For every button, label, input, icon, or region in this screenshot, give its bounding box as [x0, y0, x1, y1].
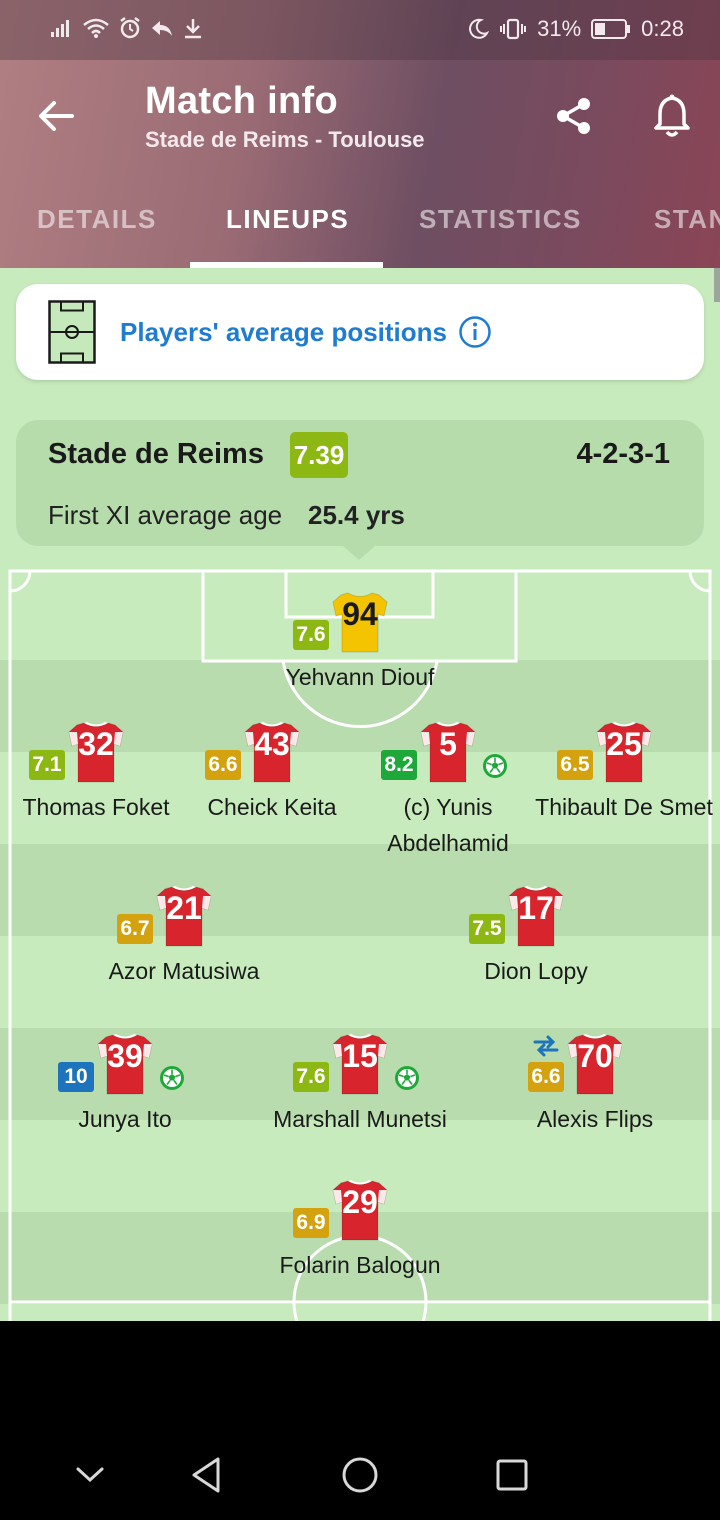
shirt-icon: 21 [155, 884, 213, 948]
player-name: Alexis Flips [536, 1106, 654, 1132]
player-9[interactable]: 15 7.6 Marshall Munetsi [260, 1032, 460, 1142]
goal-ball-icon [394, 1065, 420, 1091]
shirt-icon: 17 [507, 884, 565, 948]
player-2[interactable]: 32 7.1 Thomas Foket [0, 720, 196, 830]
status-bar: 31% 0:28 [0, 0, 720, 60]
team-name: Stade de Reims [48, 438, 264, 470]
shirt-number: 29 [342, 1184, 378, 1220]
home-circle-icon[interactable] [336, 1451, 384, 1499]
shirt-number: 43 [254, 726, 290, 762]
system-nav-bar [0, 1321, 720, 1520]
share-icon[interactable] [554, 96, 594, 136]
average-positions-card[interactable]: Players' average positions [16, 284, 704, 380]
shirt-icon: 25 [595, 720, 653, 784]
shirt-number: 70 [577, 1038, 613, 1074]
player-1[interactable]: 94 7.6 Yehvann Diouf [260, 590, 460, 700]
shirt-icon: 29 [331, 1178, 389, 1242]
average-positions-link[interactable]: Players' average positions [120, 317, 447, 348]
app-bar: Match info Stade de Reims - Toulouse [0, 60, 720, 190]
player-name: Azor Matusiwa [108, 958, 260, 984]
shirt-number: 94 [342, 596, 378, 632]
bell-icon[interactable] [652, 94, 692, 138]
player-rating-badge: 6.7 [117, 914, 153, 944]
player-name: (c) Yunis Abdelhamid [387, 794, 509, 856]
shirt-number: 32 [78, 726, 114, 762]
shirt-number: 5 [439, 726, 457, 762]
player-7[interactable]: 17 7.5 Dion Lopy [436, 884, 636, 994]
player-name: Dion Lopy [484, 958, 588, 984]
team-rating-badge: 7.39 [290, 432, 348, 478]
player-name: Junya Ito [78, 1106, 172, 1132]
player-rating-badge: 7.6 [293, 620, 329, 650]
tab-lineups[interactable]: LINEUPS [226, 204, 349, 235]
wifi-icon [82, 17, 110, 39]
tab-statistics[interactable]: STATISTICS [419, 204, 582, 235]
alarm-icon [118, 16, 142, 40]
download-icon [182, 17, 204, 39]
player-rating-badge: 7.6 [293, 1062, 329, 1092]
player-5[interactable]: 25 6.5 Thibault De Smet [524, 720, 720, 830]
average-age-label: First XI average age [48, 500, 283, 530]
shirt-icon: 32 [67, 720, 125, 784]
player-rating-badge: 6.9 [293, 1208, 329, 1238]
player-11[interactable]: 29 6.9 Folarin Balogun [260, 1178, 460, 1288]
clock: 0:28 [641, 16, 684, 41]
vibrate-icon [499, 17, 527, 41]
reply-icon [150, 18, 174, 38]
team-card-pointer [343, 546, 375, 560]
player-name: Folarin Balogun [279, 1252, 441, 1278]
back-arrow-icon[interactable] [36, 96, 76, 136]
battery-icon [591, 18, 631, 40]
shirt-number: 17 [518, 890, 554, 926]
shirt-icon: 5 [419, 720, 477, 784]
player-rating-badge: 6.5 [557, 750, 593, 780]
substitution-icon [533, 1034, 559, 1058]
battery-percent: 31% [537, 16, 582, 41]
shirt-icon: 70 [566, 1032, 624, 1096]
team-formation: 4-2-3-1 [576, 438, 671, 470]
scrollbar[interactable] [714, 268, 720, 302]
shirt-number: 25 [606, 726, 642, 762]
player-rating-badge: 7.5 [469, 914, 505, 944]
info-icon[interactable] [458, 315, 492, 349]
player-4[interactable]: 5 8.2 (c) Yunis Abdelhamid [348, 720, 548, 856]
shirt-number: 15 [342, 1038, 378, 1074]
shirt-number: 21 [166, 890, 202, 926]
player-rating-badge: 6.6 [528, 1062, 564, 1092]
lineups-content[interactable]: Players' average positions Stade de Reim… [0, 268, 720, 1321]
player-name: Thibault De Smet [535, 794, 713, 820]
player-name: Cheick Keita [207, 794, 337, 820]
player-rating-badge: 6.6 [205, 750, 241, 780]
shirt-icon: 43 [243, 720, 301, 784]
player-name: Thomas Foket [22, 794, 170, 820]
player-rating-badge: 10 [58, 1062, 94, 1092]
player-name: Marshall Munetsi [273, 1106, 447, 1132]
page-title: Match info [145, 80, 338, 122]
shirt-icon: 39 [96, 1032, 154, 1096]
shirt-number: 39 [107, 1038, 143, 1074]
pitch-icon [48, 300, 96, 364]
shirt-icon: 15 [331, 1032, 389, 1096]
goalkeeper-shirt-icon: 94 [331, 590, 389, 654]
player-6[interactable]: 21 6.7 Azor Matusiwa [84, 884, 284, 994]
recents-square-icon[interactable] [488, 1451, 536, 1499]
goal-ball-icon [482, 753, 508, 779]
tab-standings[interactable]: STANDINGS [654, 204, 720, 235]
player-10[interactable]: 70 6.6 Alexis Flips [495, 1032, 695, 1142]
player-rating-badge: 8.2 [381, 750, 417, 780]
player-3[interactable]: 43 6.6 Cheick Keita [172, 720, 372, 830]
player-8[interactable]: 39 10 Junya Ito [25, 1032, 225, 1142]
moon-icon [467, 18, 490, 40]
back-triangle-icon[interactable] [182, 1451, 230, 1499]
team-summary-card: Stade de Reims 7.39 4-2-3-1 First XI ave… [16, 420, 704, 546]
tab-bar: DETAILS LINEUPS STATISTICS STANDINGS [0, 190, 720, 268]
average-age-value: 25.4 yrs [308, 500, 405, 530]
signal-icon [50, 18, 74, 38]
tab-details[interactable]: DETAILS [37, 204, 157, 235]
player-name: Yehvann Diouf [285, 664, 435, 690]
chevron-down-icon[interactable] [66, 1451, 114, 1499]
match-subtitle: Stade de Reims - Toulouse [145, 127, 425, 152]
goal-ball-icon [159, 1065, 185, 1091]
player-rating-badge: 7.1 [29, 750, 65, 780]
